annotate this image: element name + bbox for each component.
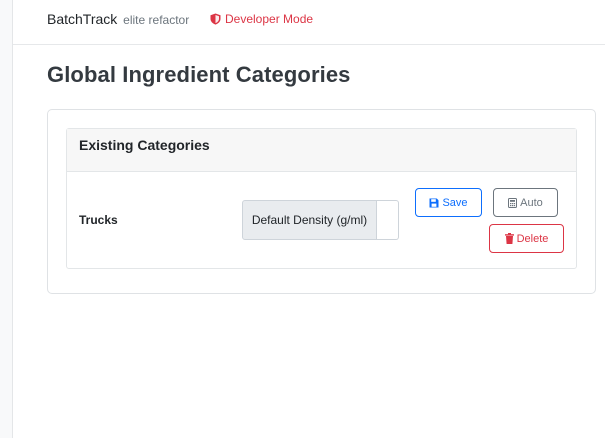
delete-label: Delete — [516, 232, 549, 245]
brand-name: BatchTrack — [47, 11, 118, 27]
developer-mode-label: Developer Mode — [225, 12, 314, 26]
developer-mode-badge: Developer Mode — [210, 12, 313, 26]
existing-categories-card: Existing Categories Trucks Default Densi… — [66, 128, 577, 269]
auto-button[interactable]: Auto — [493, 188, 558, 217]
top-navbar: BatchTrack elite refactor Developer Mode — [13, 0, 605, 45]
page-title: Global Ingredient Categories — [47, 62, 351, 87]
calculator-icon — [508, 197, 518, 208]
category-name: Trucks — [79, 213, 118, 227]
shield-icon — [210, 13, 221, 25]
density-label: Default Density (g/ml) — [242, 200, 377, 240]
card-header-title: Existing Categories — [79, 137, 210, 153]
floppy-disk-icon — [429, 198, 439, 207]
save-label: Save — [442, 196, 468, 209]
delete-button[interactable]: Delete — [489, 224, 564, 253]
categories-card: Existing Categories Trucks Default Densi… — [47, 109, 596, 294]
auto-label: Auto — [520, 196, 543, 209]
trash-icon — [504, 233, 514, 244]
card-header: Existing Categories — [67, 129, 576, 172]
left-rail — [0, 0, 13, 438]
density-input[interactable] — [377, 200, 399, 240]
brand-subtitle: elite refactor — [123, 13, 190, 27]
brand[interactable]: BatchTrack elite refactor — [47, 11, 189, 27]
save-button[interactable]: Save — [415, 188, 482, 217]
density-input-group: Default Density (g/ml) — [242, 200, 399, 240]
